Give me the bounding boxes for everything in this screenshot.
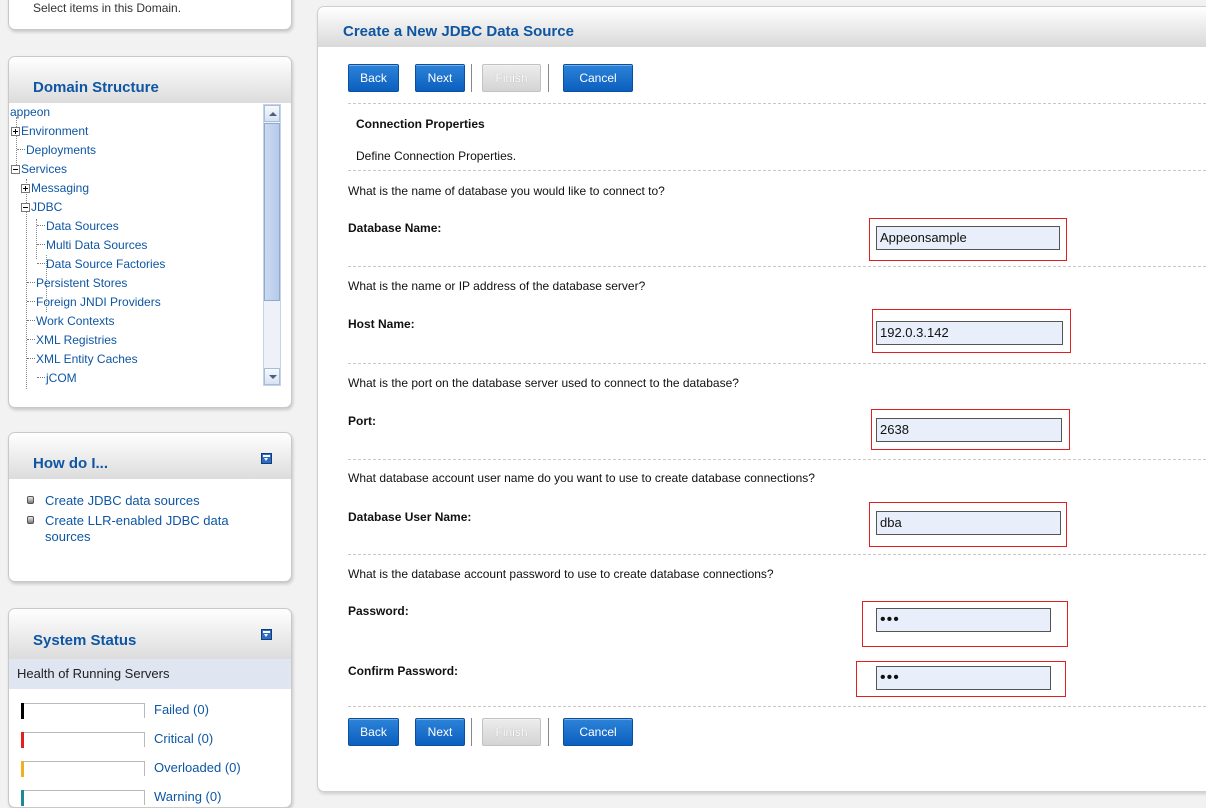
cancel-button[interactable]: Cancel <box>563 718 633 746</box>
domain-tree: appeon Environment Deployments Services … <box>10 103 265 407</box>
collapse-icon[interactable] <box>261 453 272 464</box>
database-name-input[interactable]: Appeonsample <box>876 226 1060 250</box>
password-input[interactable]: ••• <box>876 608 1051 632</box>
host-question: What is the name or IP address of the da… <box>348 279 646 293</box>
tree-item-data-source-factories[interactable]: Data Source Factories <box>37 255 165 274</box>
section-title: Connection Properties <box>356 117 485 131</box>
health-title: Health of Running Servers <box>9 659 291 689</box>
password-question: What is the database account password to… <box>348 567 774 581</box>
system-status-title: System Status <box>9 609 291 659</box>
how-do-i-item[interactable]: Create LLR-enabled JDBC data sources <box>25 513 270 545</box>
section-description: Define Connection Properties. <box>356 149 517 163</box>
tree-item-jdbc[interactable]: JDBC <box>21 198 62 217</box>
expand-icon[interactable] <box>21 184 30 193</box>
tree-scrollbar[interactable] <box>263 104 281 386</box>
top-panel: Select items in this Domain. <box>8 0 292 30</box>
user-question: What database account user name do you w… <box>348 471 815 485</box>
tree-item-messaging[interactable]: Messaging <box>21 179 89 198</box>
how-do-i-title: How do I... <box>9 433 291 479</box>
tree-item-environment[interactable]: Environment <box>11 122 88 141</box>
cancel-button[interactable]: Cancel <box>563 64 633 92</box>
health-link[interactable]: Overloaded (0) <box>154 760 241 775</box>
next-button[interactable]: Next <box>415 64 465 92</box>
collapse-tree-icon[interactable] <box>21 203 30 212</box>
password-label: Password: <box>348 604 409 618</box>
top-panel-text: Select items in this Domain. <box>33 1 182 15</box>
db-name-question: What is the name of database you would l… <box>348 184 665 198</box>
how-do-i-item[interactable]: Create JDBC data sources <box>25 493 270 509</box>
finish-button: Finish <box>482 718 541 746</box>
user-label: Database User Name: <box>348 510 472 524</box>
tree-item-persistent-stores[interactable]: Persistent Stores <box>27 274 127 293</box>
tree-item-xml-registries[interactable]: XML Registries <box>27 331 117 350</box>
host-label: Host Name: <box>348 317 415 331</box>
scroll-up-icon[interactable] <box>264 105 280 122</box>
back-button[interactable]: Back <box>348 718 399 746</box>
health-link[interactable]: Warning (0) <box>154 789 221 804</box>
tree-item-jcom[interactable]: jCOM <box>37 369 77 388</box>
tree-item-data-sources[interactable]: Data Sources <box>37 217 119 236</box>
scrollbar-thumb[interactable] <box>264 123 280 301</box>
host-name-input[interactable]: 192.0.3.142 <box>876 321 1063 345</box>
db-name-label: Database Name: <box>348 221 442 235</box>
tree-item-xml-entity-caches[interactable]: XML Entity Caches <box>27 350 138 369</box>
back-button[interactable]: Back <box>348 64 399 92</box>
domain-structure-panel: Domain Structure appeon Environment Depl… <box>8 56 292 408</box>
collapse-tree-icon[interactable] <box>11 165 20 174</box>
tree-item-foreign-jndi-providers[interactable]: Foreign JNDI Providers <box>27 293 161 312</box>
confirm-password-label: Confirm Password: <box>348 664 459 678</box>
tree-item-multi-data-sources[interactable]: Multi Data Sources <box>37 236 147 255</box>
expand-icon[interactable] <box>11 127 20 136</box>
system-status-panel: System Status Health of Running Servers … <box>8 608 292 808</box>
tree-item-deployments[interactable]: Deployments <box>17 141 96 160</box>
main-panel: Create a New JDBC Data Source Back Next … <box>317 6 1206 792</box>
confirm-password-input[interactable]: ••• <box>876 666 1051 690</box>
port-label: Port: <box>348 414 376 428</box>
database-user-name-input[interactable]: dba <box>876 511 1061 535</box>
domain-structure-title: Domain Structure <box>9 57 291 103</box>
scroll-down-icon[interactable] <box>264 368 280 385</box>
health-link[interactable]: Critical (0) <box>154 731 213 746</box>
bullet-icon <box>27 496 34 504</box>
finish-button: Finish <box>482 64 541 92</box>
health-link[interactable]: Failed (0) <box>154 702 209 717</box>
tree-item-work-contexts[interactable]: Work Contexts <box>27 312 114 331</box>
page-title: Create a New JDBC Data Source <box>318 7 1206 47</box>
bullet-icon <box>27 516 34 524</box>
port-question: What is the port on the database server … <box>348 376 739 390</box>
next-button[interactable]: Next <box>415 718 465 746</box>
port-input[interactable]: 2638 <box>876 418 1062 442</box>
how-do-i-panel: How do I... Create JDBC data sources Cre… <box>8 432 292 582</box>
tree-root-appeon[interactable]: appeon <box>10 103 50 122</box>
tree-item-services[interactable]: Services <box>11 160 67 179</box>
collapse-icon[interactable] <box>261 629 272 640</box>
how-do-i-list: Create JDBC data sources Create LLR-enab… <box>25 493 270 549</box>
